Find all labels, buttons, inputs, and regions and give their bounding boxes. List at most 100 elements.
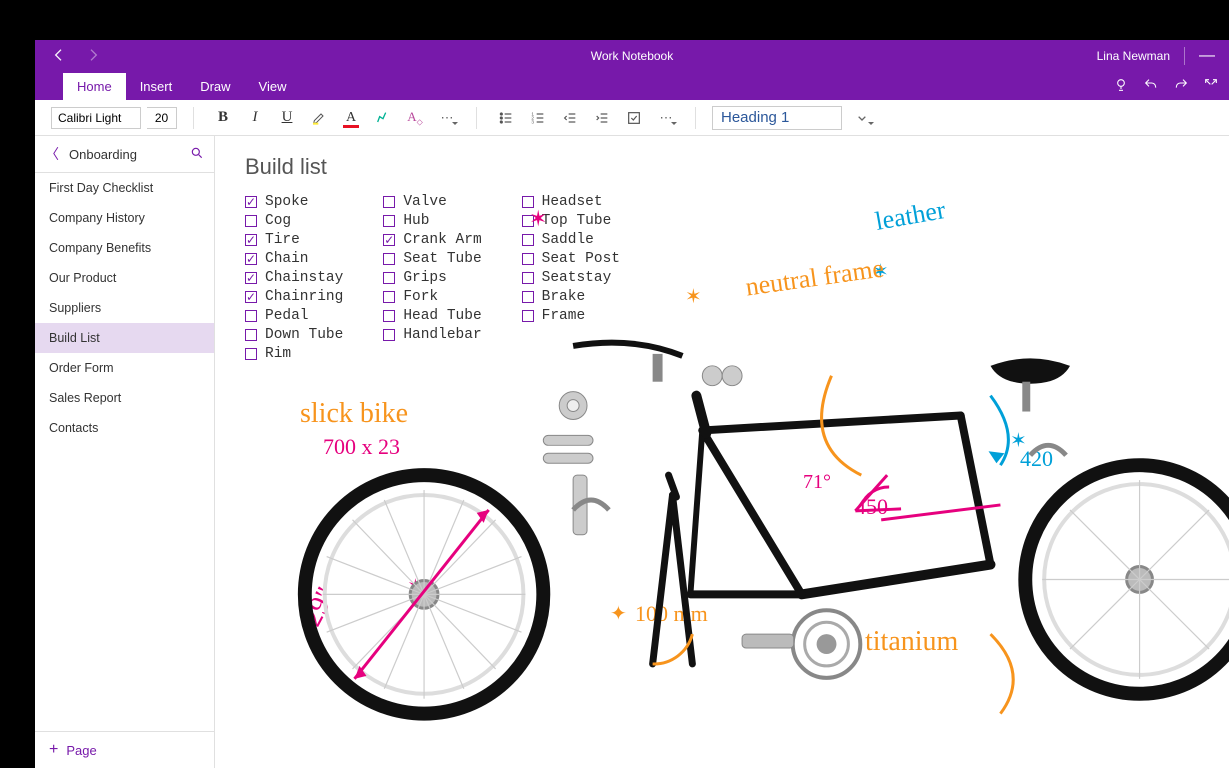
checklist-item[interactable]: Seat Tube (383, 251, 481, 267)
section-header[interactable]: 〈 Onboarding (35, 136, 214, 173)
checkbox-icon[interactable] (383, 291, 395, 303)
checkbox-icon[interactable] (245, 215, 257, 227)
section-back-icon[interactable]: 〈 (45, 144, 59, 164)
page-item[interactable]: Our Product (35, 263, 214, 293)
checklist-item[interactable]: Chain (245, 251, 343, 267)
checklist-item[interactable]: Frame (522, 308, 620, 324)
checkbox-icon[interactable] (245, 329, 257, 341)
checkbox-icon[interactable] (522, 234, 534, 246)
checkbox-icon[interactable] (522, 291, 534, 303)
bike-illustration (275, 336, 1229, 753)
outdent-button[interactable] (557, 105, 583, 131)
note-canvas[interactable]: Build list Spoke Cog Tire Chain Chainstay Cha… (215, 136, 1229, 768)
indent-button[interactable] (589, 105, 615, 131)
tab-home[interactable]: Home (63, 73, 126, 100)
bulleted-list-button[interactable] (493, 105, 519, 131)
checkbox-icon[interactable] (245, 234, 257, 246)
add-page-button[interactable]: + Page (35, 731, 214, 768)
more-paragraph-button[interactable]: ⋯ (653, 105, 679, 131)
checkbox-icon[interactable] (522, 272, 534, 284)
style-selector[interactable]: Heading 1 (712, 106, 842, 130)
checklist-item[interactable]: Seatstay (522, 270, 620, 286)
checklist-item[interactable]: Hub (383, 213, 481, 229)
checkbox-icon[interactable] (383, 272, 395, 284)
search-icon[interactable] (190, 146, 204, 163)
page-item[interactable]: Suppliers (35, 293, 214, 323)
tell-me-icon[interactable] (1113, 77, 1129, 96)
checklist-item[interactable]: Crank Arm (383, 232, 481, 248)
checklist-label: Valve (403, 194, 447, 210)
page-item[interactable]: Sales Report (35, 383, 214, 413)
italic-button[interactable]: I (242, 105, 268, 131)
checkbox-icon[interactable] (522, 253, 534, 265)
checklist-item[interactable]: Pedal (245, 308, 343, 324)
checklist-item[interactable]: Seat Post (522, 251, 620, 267)
page-item[interactable]: Company History (35, 203, 214, 233)
checkbox-icon[interactable] (383, 196, 395, 208)
checkbox-icon[interactable] (383, 310, 395, 322)
checklist-item[interactable]: Spoke (245, 194, 343, 210)
checklist-item[interactable]: Brake (522, 289, 620, 305)
redo-button[interactable] (1173, 77, 1189, 96)
back-button[interactable] (51, 47, 67, 66)
checklist-item[interactable]: Head Tube (383, 308, 481, 324)
checklist-item[interactable]: Headset (522, 194, 620, 210)
checklist-item[interactable]: Valve (383, 194, 481, 210)
checklist-item[interactable]: Cog (245, 213, 343, 229)
underline-button[interactable]: U (274, 105, 300, 131)
undo-button[interactable] (1143, 77, 1159, 96)
page-item[interactable]: First Day Checklist (35, 173, 214, 203)
checklist-item[interactable]: Grips (383, 270, 481, 286)
highlight-button[interactable] (306, 105, 332, 131)
checkbox-icon[interactable] (245, 196, 257, 208)
checkbox-icon[interactable] (245, 291, 257, 303)
todo-tag-button[interactable] (621, 105, 647, 131)
checklist-item[interactable]: Fork (383, 289, 481, 305)
checkbox-icon[interactable] (522, 310, 534, 322)
clear-formatting-button[interactable]: A◇ (402, 105, 428, 131)
tab-view[interactable]: View (245, 73, 301, 100)
checklist-item[interactable]: Tire (245, 232, 343, 248)
bold-button[interactable]: B (210, 105, 236, 131)
checkbox-icon[interactable] (245, 272, 257, 284)
page-item[interactable]: Build List (35, 323, 214, 353)
checklist-item[interactable]: Chainstay (245, 270, 343, 286)
font-size-input[interactable] (147, 107, 177, 129)
checkbox-icon[interactable] (522, 196, 534, 208)
app-window: Work Notebook Lina Newman — HomeInsertDr… (35, 40, 1229, 768)
ribbon-tabs: HomeInsertDrawView (35, 72, 1229, 100)
add-page-label: Page (66, 743, 96, 758)
checklist-label: Crank Arm (403, 232, 481, 248)
device-frame: Work Notebook Lina Newman — HomeInsertDr… (0, 0, 1229, 768)
numbered-list-button[interactable]: 123 (525, 105, 551, 131)
more-formatting-button[interactable]: ⋯ (434, 105, 460, 131)
checkbox-icon[interactable] (245, 253, 257, 265)
page-item[interactable]: Contacts (35, 413, 214, 443)
font-name-input[interactable] (51, 107, 141, 129)
minimize-button[interactable]: — (1199, 47, 1215, 65)
style-dropdown-button[interactable] (848, 105, 876, 131)
checkbox-icon[interactable] (522, 215, 534, 227)
checklist-item[interactable]: Chainring (245, 289, 343, 305)
checklist-label: Frame (542, 308, 586, 324)
checklist-label: Spoke (265, 194, 309, 210)
forward-button[interactable] (85, 47, 101, 66)
checklist-item[interactable]: Top Tube (522, 213, 620, 229)
page-item[interactable]: Order Form (35, 353, 214, 383)
checkbox-icon[interactable] (383, 215, 395, 227)
font-color-button[interactable]: A (338, 105, 364, 131)
tab-draw[interactable]: Draw (186, 73, 244, 100)
checkbox-icon[interactable] (245, 348, 257, 360)
user-name[interactable]: Lina Newman (1097, 49, 1170, 63)
checkbox-icon[interactable] (383, 253, 395, 265)
checkbox-icon[interactable] (383, 234, 395, 246)
checkbox-icon[interactable] (245, 310, 257, 322)
checklist-label: Headset (542, 194, 603, 210)
fullscreen-button[interactable] (1203, 77, 1219, 96)
svg-text:3: 3 (531, 119, 534, 124)
checklist-item[interactable]: Saddle (522, 232, 620, 248)
page-item[interactable]: Company Benefits (35, 233, 214, 263)
ink-color-button[interactable] (370, 105, 396, 131)
note-title[interactable]: Build list (245, 154, 327, 180)
tab-insert[interactable]: Insert (126, 73, 187, 100)
